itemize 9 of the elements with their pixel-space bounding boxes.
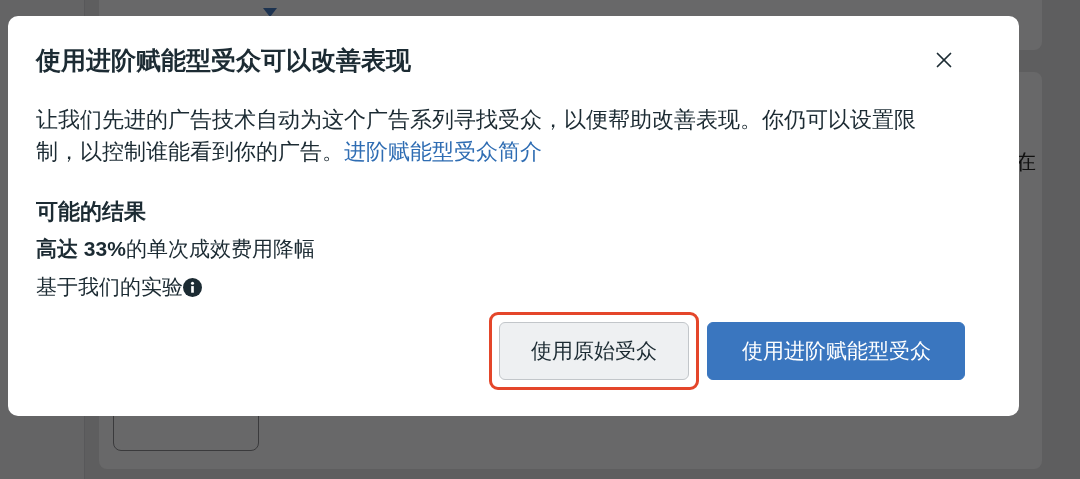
info-icon[interactable] [183, 277, 202, 297]
learn-more-link[interactable]: 进阶赋能型受众简介 [344, 139, 542, 164]
result-text: 高达 33%的单次成效费用降幅 [36, 236, 315, 262]
results-heading: 可能的结果 [36, 198, 147, 226]
use-original-audience-button[interactable]: 使用原始受众 [499, 322, 689, 380]
use-advantage-audience-button[interactable]: 使用进阶赋能型受众 [707, 322, 965, 380]
description-text: 让我们先进的广告技术自动为这个广告系列寻找受众，以便帮助改善表现。你仍可以设置限制，以控制谁能看到你的广告。进阶赋能型受众简介 [36, 106, 917, 166]
dialog-title: 使用进阶赋能型受众可以改善表现 [36, 45, 411, 76]
note-text: 基于我们的实验 [36, 274, 183, 300]
